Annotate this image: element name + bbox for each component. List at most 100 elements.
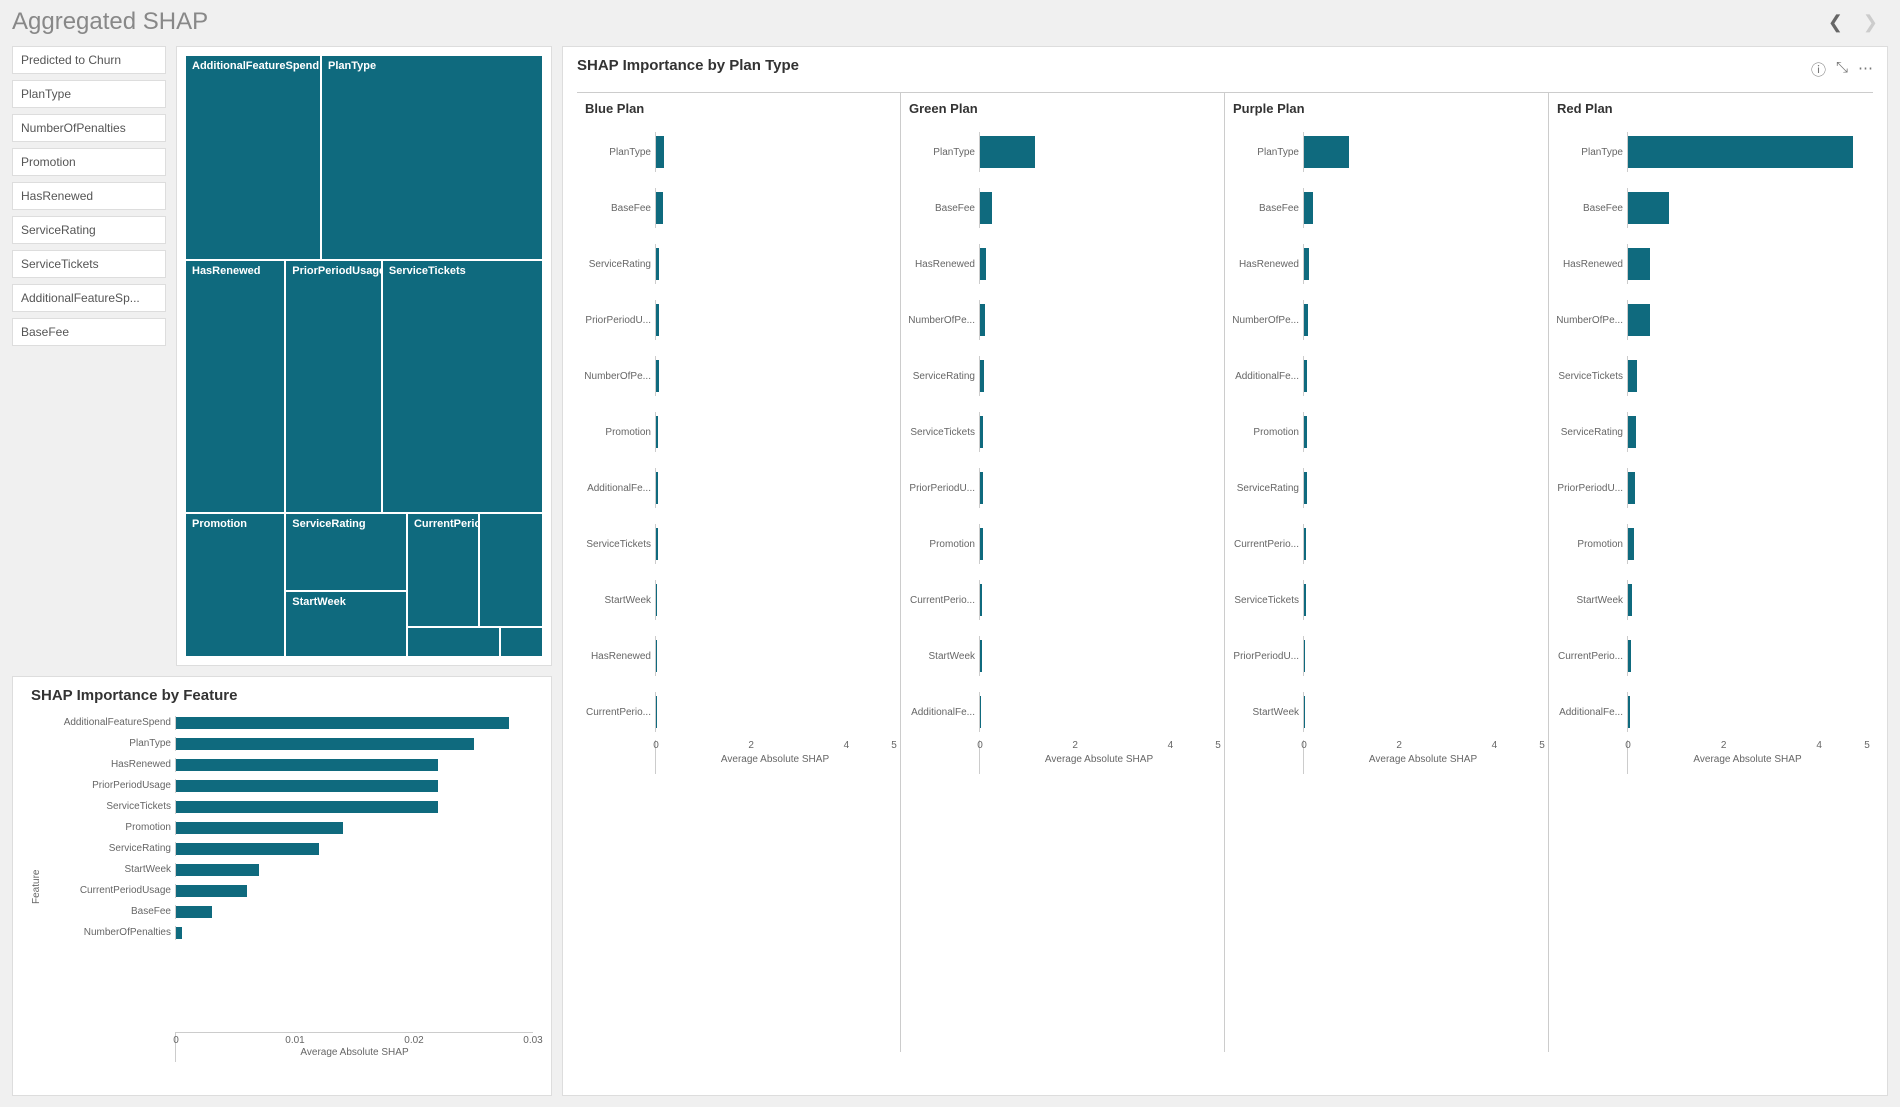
prev-button[interactable]: ❮ [1828,12,1843,33]
bar[interactable] [1628,304,1650,336]
bar-label: NumberOfPe... [1555,315,1627,326]
bar[interactable] [980,640,982,672]
bar[interactable] [980,360,984,392]
bar[interactable] [980,528,983,560]
bar-row: ServiceRating [47,838,533,859]
bar[interactable] [656,584,657,616]
bar[interactable] [176,885,247,897]
bar[interactable] [1628,416,1636,448]
bar[interactable] [1304,416,1307,448]
treemap-cell[interactable]: StartWeek [285,591,407,657]
filter-chip[interactable]: ServiceTickets [12,250,166,278]
filter-chip[interactable]: AdditionalFeatureSp... [12,284,166,312]
bar-area [1627,468,1867,508]
treemap-cell[interactable] [479,513,543,627]
bar[interactable] [980,192,992,224]
bar[interactable] [1304,304,1308,336]
filter-chip[interactable]: BaseFee [12,318,166,346]
bar-area [1627,412,1867,452]
bar[interactable] [176,717,509,729]
bar[interactable] [1304,528,1306,560]
bar[interactable] [980,136,1035,168]
bar[interactable] [1628,136,1853,168]
info-icon[interactable]: ⓘ [1811,59,1826,80]
bar[interactable] [1304,640,1305,672]
bar[interactable] [176,738,474,750]
bar[interactable] [176,864,259,876]
more-icon[interactable]: ⋯ [1858,59,1873,80]
bar[interactable] [980,248,986,280]
bar[interactable] [1304,136,1349,168]
bar[interactable] [656,640,657,672]
bar[interactable] [656,360,659,392]
bar[interactable] [656,416,658,448]
bar-label: PriorPeriodU... [583,315,655,326]
bar[interactable] [1628,696,1630,728]
treemap-cell[interactable] [500,627,543,657]
bar-area [1627,636,1867,676]
bar-row: PriorPeriodU... [1231,628,1542,684]
axis-tick: 0 [977,740,983,751]
treemap-cell[interactable] [407,627,500,657]
filter-chip[interactable]: PlanType [12,80,166,108]
bar[interactable] [1628,472,1635,504]
bar-area [1303,188,1542,228]
bar[interactable] [656,528,658,560]
bar[interactable] [980,696,981,728]
filter-chip[interactable]: Promotion [12,148,166,176]
bar[interactable] [1628,248,1650,280]
bar[interactable] [1628,192,1669,224]
feature-chart-ylabel: Feature [31,712,47,1062]
next-button[interactable]: ❯ [1863,12,1878,33]
bar[interactable] [1628,360,1637,392]
bar[interactable] [656,696,657,728]
treemap-cell[interactable]: Promotion [185,513,285,657]
bar[interactable] [1304,696,1305,728]
bar[interactable] [1628,640,1631,672]
bar[interactable] [176,906,212,918]
treemap-cell[interactable]: CurrentPeriodUsage [407,513,479,627]
treemap[interactable]: AdditionalFeatureSpendPlanType HasRenewed… [185,55,543,657]
bar-row: PriorPeriodU... [583,292,894,348]
axis-label: Average Absolute SHAP [176,1047,533,1058]
treemap-cell[interactable]: ServiceTickets [382,260,543,513]
bar[interactable] [980,472,983,504]
filter-chip[interactable]: NumberOfPenalties [12,114,166,142]
bar[interactable] [1304,248,1309,280]
bar[interactable] [1304,584,1306,616]
bar-label: ServiceRating [907,371,979,382]
filter-chip[interactable]: Predicted to Churn [12,46,166,74]
bar[interactable] [980,416,983,448]
bar[interactable] [176,927,182,939]
bar[interactable] [1628,584,1632,616]
bar[interactable] [1304,192,1313,224]
bar[interactable] [176,822,343,834]
bar-label: ServiceTickets [1231,595,1303,606]
bar[interactable] [656,248,659,280]
plan-chart-body: PlanTypeBaseFeeHasRenewedNumberOfPe...Se… [1555,124,1867,1052]
filter-chip[interactable]: ServiceRating [12,216,166,244]
treemap-cell[interactable]: AdditionalFeatureSpend [185,55,321,260]
treemap-cell[interactable]: PlanType [321,55,543,260]
filter-chip[interactable]: HasRenewed [12,182,166,210]
bar[interactable] [980,304,985,336]
bar[interactable] [980,584,982,616]
bar[interactable] [1304,472,1307,504]
bar[interactable] [656,304,659,336]
bar[interactable] [176,801,438,813]
bar-area [979,132,1218,172]
bar[interactable] [656,192,663,224]
treemap-cell[interactable]: ServiceRating [285,513,407,591]
bar[interactable] [1304,360,1307,392]
treemap-cell[interactable]: HasRenewed [185,260,285,513]
bar[interactable] [656,472,658,504]
treemap-cell[interactable]: PriorPeriodUsage [285,260,382,513]
bar[interactable] [176,843,319,855]
bar[interactable] [656,136,664,168]
bar[interactable] [176,780,438,792]
bar-area [1627,244,1867,284]
bar[interactable] [1628,528,1634,560]
expand-icon[interactable]: ⤡ [1836,59,1848,80]
bar-row: CurrentPerio... [907,572,1218,628]
bar[interactable] [176,759,438,771]
